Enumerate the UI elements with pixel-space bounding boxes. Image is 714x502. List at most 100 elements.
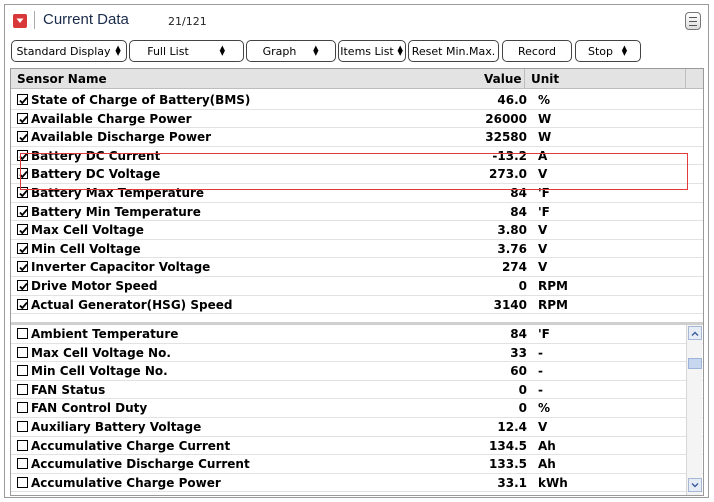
sensor-unit: -	[538, 345, 543, 360]
sensor-value: 0	[518, 382, 527, 397]
sensor-unit: -	[538, 382, 543, 397]
toolbar: Standard Display ▲ ▼ Full List ▲ ▼ Graph ▲…	[5, 38, 708, 64]
checkbox-checked[interactable]	[17, 187, 28, 198]
sensor-name: Inverter Capacitor Voltage	[31, 260, 211, 275]
checkbox-checked[interactable]	[17, 261, 28, 273]
checkmark-icon	[19, 152, 28, 161]
table-row[interactable]: Max Cell Voltage 3.80 V	[11, 221, 685, 239]
checkmark-icon	[19, 245, 28, 254]
list-icon[interactable]	[685, 12, 701, 30]
menu-dropdown-button[interactable]	[13, 14, 27, 28]
column-header-unit[interactable]: Unit	[531, 72, 559, 86]
table-row[interactable]: Actual Generator(HSG) Speed 3140 RPM	[11, 296, 685, 314]
page-title: Current Data	[43, 11, 129, 28]
checkbox-unchecked[interactable]	[17, 383, 28, 395]
sensor-unit: W	[538, 130, 552, 145]
table-row[interactable]: Min Cell Voltage 3.76 V	[11, 240, 685, 258]
table-row[interactable]: Ambient Temperature 84 'F	[11, 325, 685, 343]
sensor-name: Battery Max Temperature	[31, 186, 205, 200]
checkmark-icon	[19, 189, 28, 198]
sensor-unit: -	[538, 364, 543, 379]
checkbox-checked[interactable]	[17, 280, 28, 291]
record-button[interactable]: Record	[502, 40, 572, 62]
checkbox-checked[interactable]	[17, 298, 28, 310]
stop-select[interactable]: Stop ▲ ▼	[575, 40, 641, 62]
checkbox-unchecked[interactable]	[17, 476, 28, 488]
sensor-value: 33.1	[497, 475, 527, 490]
sensor-unit: W	[538, 111, 552, 126]
checkbox-unchecked[interactable]	[17, 421, 28, 432]
vertical-scrollbar[interactable]	[686, 325, 702, 495]
row-divider	[11, 313, 703, 315]
scroll-thumb[interactable]	[688, 358, 702, 369]
sensor-value: 274	[501, 260, 527, 275]
checkbox-unchecked[interactable]	[17, 402, 28, 414]
table-row[interactable]: Battery DC Current -13.2 A	[11, 147, 685, 165]
chevron-up-icon	[691, 331, 699, 336]
checkbox-checked[interactable]	[17, 168, 28, 180]
sensor-value: 33	[510, 345, 527, 360]
checkbox-unchecked[interactable]	[17, 458, 28, 470]
chevron-down-icon	[691, 482, 699, 487]
table-row[interactable]: Max Cell Voltage No. 33-	[11, 344, 685, 362]
sensor-unit: kWh	[538, 475, 568, 490]
sensor-name: Drive Motor Speed	[31, 279, 158, 293]
table-row[interactable]: Drive Motor Speed 0 RPM	[11, 277, 685, 295]
sensor-name: Ambient Temperature	[31, 327, 179, 341]
table-row[interactable]: Min Cell Voltage No. 60-	[11, 362, 685, 380]
checkbox-unchecked[interactable]	[17, 439, 28, 451]
checkmark-icon	[19, 301, 28, 309]
standard-display-select[interactable]: Standard Display ▲ ▼	[11, 40, 127, 62]
sensor-name: FAN Status	[31, 382, 106, 397]
checkbox-unchecked[interactable]	[17, 365, 28, 377]
select-arrows-icon: ▲ ▼	[219, 44, 225, 57]
row-divider	[11, 491, 703, 493]
full-list-select[interactable]: Full List ▲ ▼	[129, 40, 244, 62]
checkmark-icon	[19, 96, 28, 105]
sensor-value: -13.2	[492, 148, 527, 163]
checkbox-checked[interactable]	[17, 112, 28, 124]
table-row[interactable]: Available Charge Power 26000 W	[11, 110, 685, 128]
checkmark-icon	[19, 171, 28, 179]
current-data-window: Current Data 21/121 Standard Display ▲ ▼ …	[4, 4, 709, 498]
checkbox-checked[interactable]	[17, 94, 28, 105]
sensor-data-table: Sensor Name Value Unit State of Charge o…	[10, 68, 704, 496]
checkbox-checked[interactable]	[17, 205, 28, 217]
reset-min-max-button[interactable]: Reset Min.Max.	[408, 40, 499, 62]
table-row[interactable]: FAN Status 0-	[11, 381, 685, 399]
checkmark-icon	[19, 264, 28, 272]
item-count: 21/121	[168, 15, 207, 28]
table-row[interactable]: Accumulative Charge Power 33.1 kWh	[11, 474, 685, 492]
scroll-down-button[interactable]	[688, 478, 702, 492]
table-row[interactable]: FAN Control Duty 0%	[11, 399, 685, 417]
sensor-name: State of Charge of Battery(BMS)	[31, 93, 251, 107]
table-row[interactable]: Battery Max Temperature 84 'F	[11, 184, 685, 202]
checkbox-checked[interactable]	[17, 149, 28, 161]
table-row[interactable]: Auxiliary Battery Voltage 12.4 V	[11, 418, 685, 436]
items-list-label: Items List	[340, 44, 394, 58]
scroll-up-button[interactable]	[688, 326, 702, 340]
sensor-name: Available Discharge Power	[31, 130, 212, 145]
column-header-value[interactable]: Value	[484, 72, 522, 86]
checkbox-unchecked[interactable]	[17, 346, 28, 358]
checkbox-checked[interactable]	[17, 224, 28, 236]
sensor-name: Max Cell Voltage	[31, 223, 144, 238]
sensor-value: 12.4	[497, 420, 527, 434]
sensor-unit: 'F	[538, 327, 550, 341]
table-row[interactable]: Battery DC Voltage 273.0 V	[11, 165, 685, 183]
sensor-unit: V	[538, 420, 548, 434]
table-row[interactable]: Battery Min Temperature 84 'F	[11, 203, 685, 221]
sensor-unit: V	[538, 241, 548, 256]
graph-select[interactable]: Graph ▲ ▼	[246, 40, 336, 62]
table-row[interactable]: Available Discharge Power 32580 W	[11, 128, 685, 146]
sensor-value: 134.5	[489, 438, 527, 453]
table-row[interactable]: Inverter Capacitor Voltage 274 V	[11, 258, 685, 276]
table-row[interactable]: Accumulative Charge Current 134.5 Ah	[11, 437, 685, 455]
table-row[interactable]: State of Charge of Battery(BMS) 46.0%	[11, 91, 685, 109]
checkbox-unchecked[interactable]	[17, 328, 28, 339]
checkbox-checked[interactable]	[17, 242, 28, 254]
items-list-select[interactable]: Items List ▲ ▼	[338, 40, 406, 62]
column-header-sensor-name[interactable]: Sensor Name	[17, 72, 107, 86]
table-row[interactable]: Accumulative Discharge Current 133.5 Ah	[11, 455, 685, 473]
checkbox-checked[interactable]	[17, 131, 28, 143]
